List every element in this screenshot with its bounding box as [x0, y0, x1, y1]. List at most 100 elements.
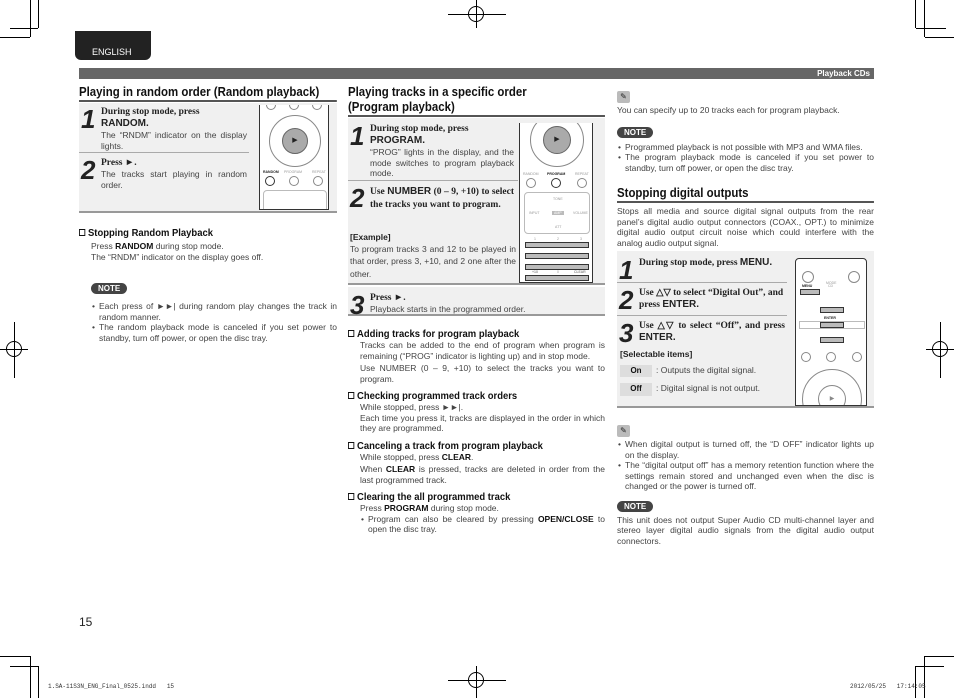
remote-label-repeat: REPEAT [312, 170, 326, 174]
random-step-2: 2 Press ►. The tracks start playing in r… [79, 155, 247, 190]
note-item: Programmed playback is not possible with… [617, 142, 874, 153]
print-timestamp: 2012/05/25 17:14:05 [850, 683, 926, 690]
tip-item: When digital output is turned off, the “… [617, 439, 874, 460]
registration-mark [932, 341, 948, 357]
remote-button [852, 352, 862, 362]
clear-buttons-row [525, 275, 589, 281]
note-list: Each press of ►►| during random play cha… [79, 301, 337, 343]
note-badge: NOTE [91, 283, 128, 294]
crop-mark [924, 0, 925, 37]
step-title: Use △▽ to select “Digital Out”, and pres… [639, 288, 784, 310]
remote-button [266, 105, 276, 110]
remote-button [848, 271, 860, 283]
remote-label-plus10: +10 [532, 270, 538, 274]
step-number: 2 [81, 155, 96, 185]
remote-label-3: 3 [580, 237, 582, 241]
option-badge: Off [620, 383, 652, 396]
body-text: While stopped, press CLEAR. When CLEAR i… [360, 451, 605, 485]
digital-section: Stopping digital outputs Stops all media… [617, 185, 874, 248]
play-button-icon: ▶ [818, 385, 846, 405]
program-step-1: 1 During stop mode, press PROGRAM. “PROG”… [348, 121, 514, 179]
crop-mark [915, 0, 916, 28]
remote-label-0: 0 [557, 270, 559, 274]
remote-illustration: ▶ RANDOM PROGRAM REPEAT TONE INPUT AMP V… [519, 123, 593, 283]
crop-mark [30, 0, 31, 37]
remote-label-amp: AMP [552, 211, 564, 215]
remote-button [802, 271, 814, 283]
program-section: Playing tracks in a specific order (Progr… [348, 84, 605, 117]
step-title: During stop mode, press RANDOM. [101, 107, 200, 129]
subheading: Adding tracks for program playback [348, 328, 579, 340]
random-title: Playing in random order (Random playback… [79, 84, 337, 102]
crop-mark [924, 656, 925, 698]
step-description: The “RNDM” indicator on the display ligh… [101, 130, 247, 151]
step-number: 3 [619, 318, 634, 348]
random-steps-box: 1 During stop mode, press RANDOM. The “RN… [79, 103, 337, 213]
remote-label-input: INPUT [529, 211, 540, 215]
crop-mark [10, 28, 38, 29]
remote-label-program: PROGRAM [547, 172, 566, 176]
section-title: Playback CDs [817, 69, 870, 78]
program-steps-box: 1 During stop mode, press PROGRAM. “PROG”… [348, 118, 605, 285]
divider [617, 315, 787, 316]
program-subsections: Adding tracks for program playback Track… [348, 328, 605, 535]
stopping-random-section: Stopping Random Playback Press RANDOM du… [79, 227, 337, 343]
body-text: While stopped, press ►►|. Each time you … [360, 402, 605, 433]
language-tab: ENGLISH [75, 31, 151, 60]
step-title: Use △▽ to select “Off”, and press ENTER. [639, 321, 785, 343]
page-number: 15 [79, 615, 93, 629]
example-label: [Example] [350, 232, 391, 242]
digital-step-2: 2 Use △▽ to select “Digital Out”, and pr… [617, 285, 785, 315]
remote-label-1: 1 [534, 237, 536, 241]
program-step-3-box: 3 Press ►. Playback starts in the progra… [348, 287, 605, 320]
registration-mark [6, 341, 22, 357]
remote-label-clear: CLEAR [574, 270, 586, 274]
crop-mark [916, 28, 946, 29]
step-number: 1 [350, 121, 365, 151]
remote-button [289, 176, 299, 186]
remote-label-program: PROGRAM [284, 170, 303, 174]
crop-mark [0, 37, 30, 38]
divider [79, 152, 249, 153]
checkbox-bullet-icon [348, 441, 355, 449]
crop-mark [924, 656, 954, 657]
subheading: Canceling a track from program playback [348, 440, 579, 452]
checkbox-bullet-icon [348, 392, 355, 399]
crop-mark [38, 666, 39, 698]
body-text: Press PROGRAM during stop mode. Program … [348, 503, 605, 535]
example-text: To program tracks 3 and 12 to be played … [350, 243, 516, 279]
note-item: The random playback mode is canceled if … [91, 322, 337, 343]
step-number: 2 [619, 285, 634, 315]
crop-mark [38, 0, 39, 28]
step-number: 1 [81, 104, 96, 134]
body-text: Tracks can be added to the end of progra… [360, 340, 605, 384]
step-title: Press ►. [101, 158, 137, 168]
program-title: Playing tracks in a specific order (Progr… [348, 84, 605, 117]
number-buttons-row [525, 253, 589, 259]
step-description: The tracks start playing in random order… [101, 169, 247, 190]
section-bar: Playback CDs [79, 68, 874, 79]
digital-steps-box: 1 During stop mode, press MENU. 2 Use △▽… [617, 251, 874, 408]
menu-button [800, 289, 820, 295]
step-title: During stop mode, press PROGRAM. [370, 124, 469, 146]
remote-button [526, 178, 536, 188]
remote-label-repeat: REPEAT [575, 172, 589, 176]
tip-list: When digital output is turned off, the “… [617, 439, 874, 492]
remote-label-menu: MENU [802, 284, 813, 288]
note-item: The program playback mode is canceled if… [617, 152, 874, 173]
remote-label-enter: ENTER [824, 316, 836, 320]
step-title: During stop mode, press MENU. [639, 257, 773, 268]
note-item: Program can also be cleared by pressing … [360, 514, 605, 535]
crop-mark [915, 666, 916, 698]
tip-item: The “digital output off” has a memory re… [617, 460, 874, 492]
program-step-2: 2 Use NUMBER (0 – 9, +10) to select the … [348, 183, 514, 213]
subheading: Clearing the all programmed track [348, 491, 579, 503]
play-button-icon: ▶ [282, 128, 308, 154]
random-remote-button [265, 176, 275, 186]
down-button [820, 337, 844, 343]
crop-mark [30, 656, 31, 698]
divider [348, 180, 518, 181]
digital-tips: ✎ When digital output is turned off, the… [617, 420, 874, 546]
digital-step-3: 3 Use △▽ to select “Off”, and press ENTE… [617, 318, 785, 348]
checkbox-bullet-icon [348, 493, 355, 500]
